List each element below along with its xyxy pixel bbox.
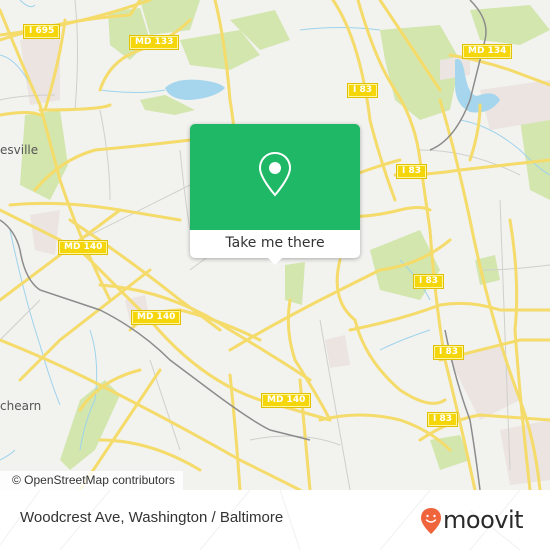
road-shield-i-83: I 83	[412, 274, 445, 289]
road-shield-i-695: I 695	[22, 24, 61, 39]
take-me-there-button[interactable]: Take me there	[190, 230, 360, 258]
location-pin-icon	[258, 151, 292, 197]
popup-header	[190, 124, 360, 230]
place-label: esville	[0, 143, 39, 157]
address-label: Woodcrest Ave, Washington / Baltimore	[20, 509, 284, 526]
map[interactable]: I 695 MD 133 MD 134 I 83 I 83 MD 140 I 8…	[0, 0, 550, 490]
road-shield-md-140: MD 140	[57, 240, 109, 255]
destination-popup[interactable]: Take me there	[190, 124, 360, 265]
road-shield-i-83: I 83	[426, 412, 459, 427]
road-shield-md-133: MD 133	[128, 35, 180, 50]
moovit-pin-icon	[421, 508, 441, 534]
road-shield-md-140: MD 140	[260, 393, 312, 408]
popup-pointer	[268, 258, 282, 265]
place-label: chearn	[0, 399, 42, 413]
map-attribution[interactable]: © OpenStreetMap contributors	[0, 471, 183, 490]
road-shield-i-83: I 83	[346, 83, 379, 98]
footer-bar: Woodcrest Ave, Washington / Baltimore mo…	[0, 490, 550, 550]
road-shield-i-83: I 83	[395, 164, 428, 179]
road-shield-md-140: MD 140	[130, 310, 182, 325]
moovit-wordmark: moovit	[443, 506, 524, 534]
road-shield-md-134: MD 134	[461, 44, 513, 59]
road-shield-i-83: I 83	[432, 345, 465, 360]
